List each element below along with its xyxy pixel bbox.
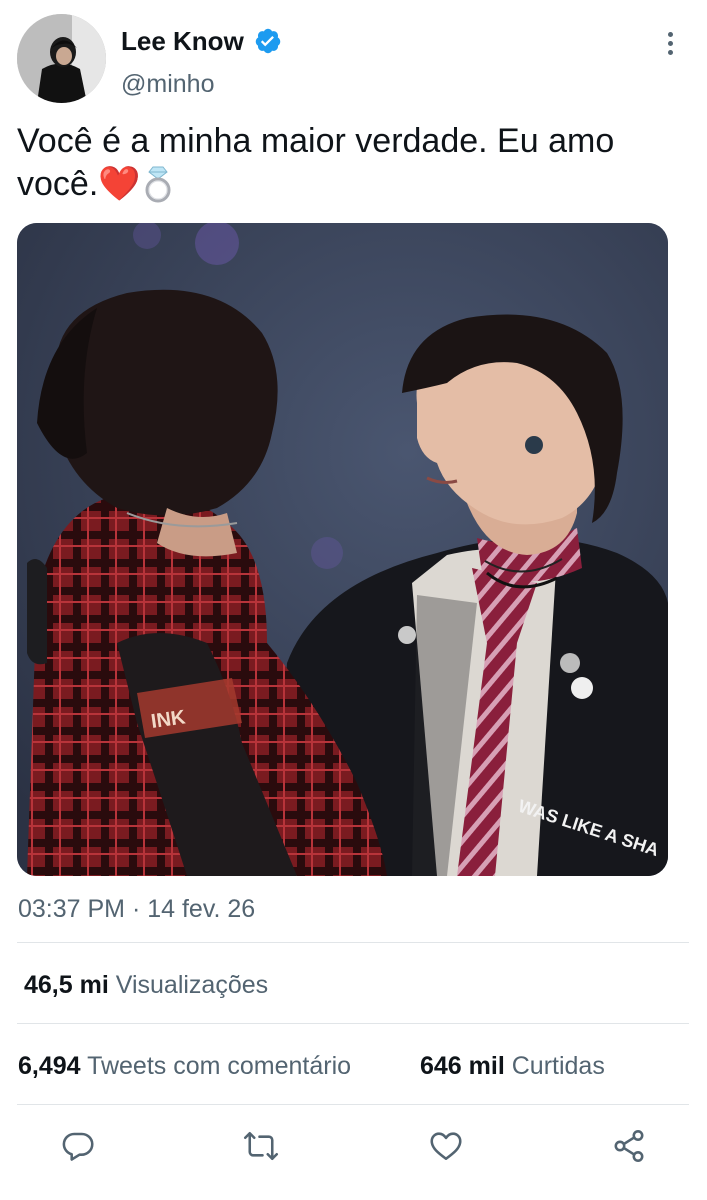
user-handle[interactable]: @minho — [121, 68, 214, 100]
likes-label: Curtidas — [511, 1052, 605, 1080]
avatar-image — [17, 14, 106, 103]
likes-count: 646 mil — [420, 1052, 505, 1080]
heart-emoji-icon: ❤️ — [98, 165, 141, 203]
more-options-icon[interactable] — [657, 26, 683, 60]
share-icon[interactable] — [611, 1128, 647, 1164]
divider — [17, 1023, 689, 1024]
quotes-count: 6,494 — [18, 1052, 81, 1080]
bottom-edge — [0, 1190, 707, 1200]
views-label: Visualizações — [115, 971, 269, 999]
display-name-text: Lee Know — [121, 26, 244, 56]
tweet-photo[interactable]: WAS LIKE A SHA INK — [17, 223, 668, 876]
verified-badge-icon — [254, 27, 282, 55]
reply-icon[interactable] — [60, 1128, 96, 1164]
concert-photo-image: WAS LIKE A SHA INK — [17, 223, 668, 876]
like-icon[interactable] — [428, 1128, 464, 1164]
views-count: 46,5 mi — [24, 971, 109, 999]
quote-tweets-stat[interactable]: 6,494 Tweets com comentário — [18, 1050, 351, 1082]
views-stat[interactable]: 46,5 mi Visualizações — [24, 969, 268, 1001]
retweet-icon[interactable] — [243, 1128, 279, 1164]
divider — [17, 942, 689, 943]
quotes-label: Tweets com comentário — [87, 1052, 352, 1080]
likes-stat[interactable]: 646 mil Curtidas — [420, 1050, 605, 1082]
ring-emoji-icon — [143, 165, 173, 214]
tweet-text: Você é a minha maior verdade. Eu amo voc… — [17, 120, 677, 214]
divider — [17, 1104, 689, 1105]
display-name[interactable]: Lee Know — [121, 24, 282, 58]
avatar[interactable] — [17, 14, 106, 103]
tweet-page: Lee Know @minho Você é a minha maior ver… — [0, 0, 707, 1200]
tweet-timestamp[interactable]: 03:37 PM · 14 fev. 26 — [18, 893, 255, 925]
